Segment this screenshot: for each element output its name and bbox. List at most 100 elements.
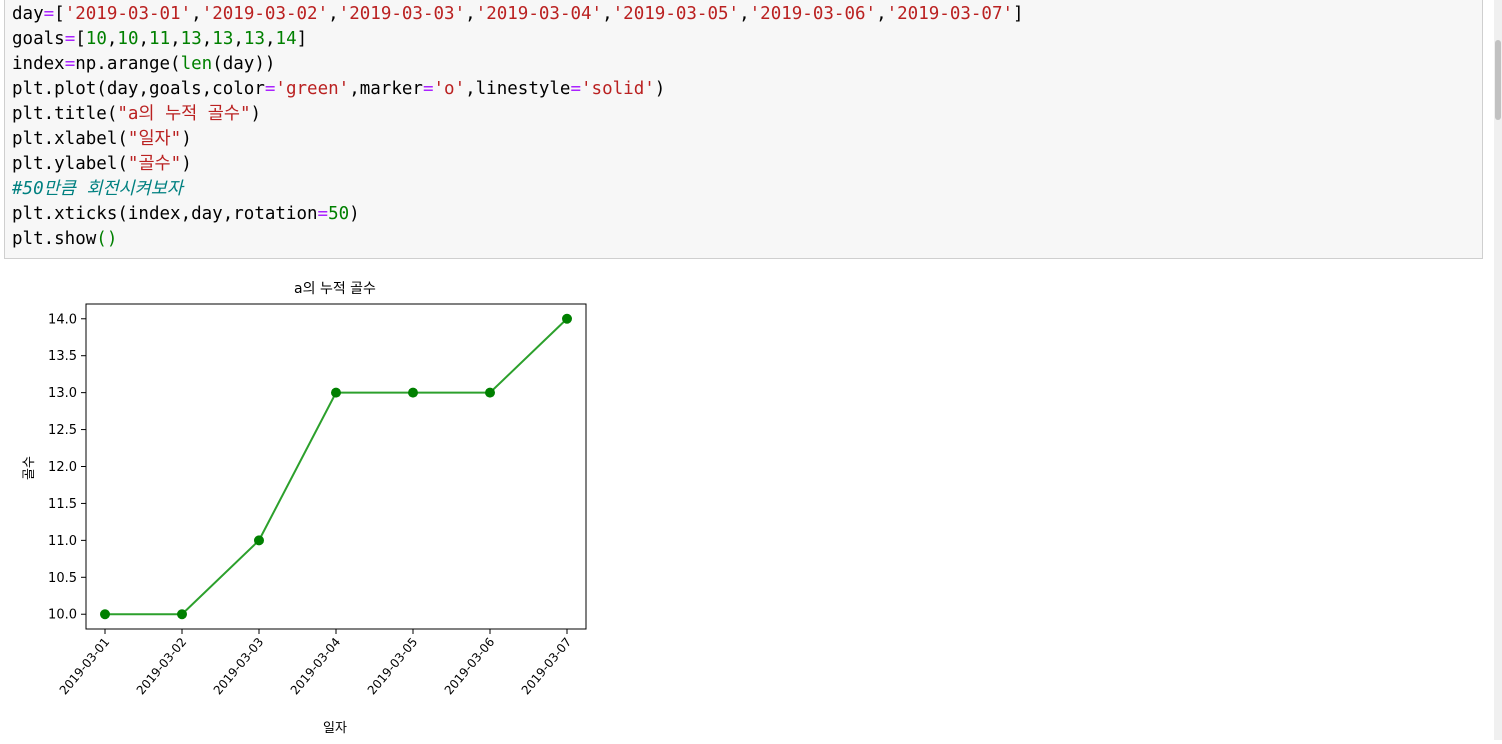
code-token: '2019-03-02' — [201, 4, 329, 24]
code-token: = — [64, 29, 76, 49]
y-tick-label: 12.0 — [48, 460, 77, 475]
code-token: 13 — [180, 29, 202, 49]
code-text[interactable]: day=['2019-03-01','2019-03-02','2019-03-… — [12, 2, 1024, 252]
code-token: [ — [54, 4, 65, 24]
x-axis: 2019-03-01 2019-03-02 2019-03-03 2019-03-04… — [57, 629, 575, 697]
y-tick-label: 13.5 — [48, 349, 77, 364]
cell-output: a의 누적 골수 10.0 10.5 11.0 11.5 12.0 12.5 13.0 13.… — [0, 262, 620, 740]
code-token: , — [201, 29, 213, 49]
code-line: plt.xlabel("일자") — [12, 129, 192, 149]
code-token: 'green' — [275, 79, 350, 99]
page-scrollbar[interactable] — [1494, 0, 1502, 740]
code-token: = — [422, 79, 434, 99]
notebook-cell-area: day=['2019-03-01','2019-03-02','2019-03-… — [0, 0, 1495, 740]
code-token: ) — [181, 129, 192, 149]
code-token: np.arange( — [75, 54, 181, 74]
data-point — [485, 387, 495, 398]
code-token: = — [64, 54, 76, 74]
code-token: #50만큼 회전시켜보자 — [12, 179, 183, 199]
y-tick-label: 10.5 — [48, 571, 77, 586]
code-token: 11 — [149, 29, 171, 49]
code-token: ,marker — [349, 79, 423, 99]
data-point — [100, 609, 110, 620]
data-point — [254, 535, 264, 546]
plot-area-frame — [85, 303, 587, 630]
code-token: () — [96, 229, 118, 249]
y-axis-label: 골수 — [22, 456, 37, 480]
x-tick-label: 2019-03-06 — [442, 635, 498, 697]
x-tick-label: 2019-03-02 — [134, 635, 190, 697]
y-tick-label: 13.0 — [48, 386, 77, 401]
code-token: 'o' — [433, 79, 466, 99]
code-line: goals=[10,10,11,13,13,13,14] — [12, 29, 307, 49]
x-tick-label: 2019-03-03 — [211, 635, 267, 697]
code-token: , — [739, 4, 750, 24]
code-token: "일자" — [127, 129, 182, 149]
code-token: 13 — [212, 29, 234, 49]
x-tick-label: 2019-03-05 — [365, 635, 421, 697]
code-token: '2019-03-03' — [338, 4, 466, 24]
x-axis-label: 일자 — [323, 721, 347, 736]
code-token: plt.xlabel( — [12, 129, 128, 149]
chart-title: a의 누적 골수 — [294, 281, 376, 297]
code-token: [ — [75, 29, 86, 49]
code-token: 'solid' — [581, 79, 655, 99]
code-token: ) — [349, 204, 360, 224]
code-token: = — [264, 79, 276, 99]
data-point — [562, 313, 572, 324]
code-token: ,linestyle — [465, 79, 571, 99]
code-token: 10 — [117, 29, 139, 49]
code-token: len — [180, 54, 213, 74]
data-point — [177, 609, 187, 620]
code-token: , — [233, 29, 244, 49]
code-token: , — [602, 4, 613, 24]
code-token: = — [43, 4, 55, 24]
data-point — [408, 387, 418, 398]
y-tick-label: 11.5 — [48, 497, 77, 512]
code-token: plt.plot(day,goals,color — [12, 79, 265, 99]
x-tick-label: 2019-03-01 — [57, 635, 113, 697]
code-token: , — [106, 29, 118, 49]
code-line: index=np.arange(len(day)) — [12, 54, 275, 74]
scrollbar-thumb[interactable] — [1495, 40, 1501, 120]
code-token: '2019-03-04' — [475, 4, 603, 24]
line-chart: a의 누적 골수 10.0 10.5 11.0 11.5 12.0 12.5 13.0 13.… — [22, 281, 587, 736]
y-tick-label: 14.0 — [48, 312, 77, 327]
code-line: #50만큼 회전시켜보자 — [12, 179, 183, 199]
code-token: goals — [12, 29, 65, 49]
code-token: , — [328, 4, 339, 24]
code-token: '2019-03-06' — [749, 4, 877, 24]
code-token: (day)) — [212, 54, 276, 74]
code-token: index — [12, 54, 65, 74]
code-line: plt.plot(day,goals,color='green',marker=… — [12, 79, 665, 99]
code-token: ) — [181, 154, 192, 174]
code-token: 13 — [243, 29, 265, 49]
code-line: day=['2019-03-01','2019-03-02','2019-03-… — [12, 4, 1024, 24]
code-token: = — [317, 204, 329, 224]
code-token: ) — [654, 79, 666, 99]
x-tick-label: 2019-03-07 — [519, 635, 575, 697]
code-token: ] — [296, 29, 308, 49]
code-token: "a의 누적 골수" — [117, 104, 251, 124]
x-tick-label: 2019-03-04 — [288, 635, 344, 697]
code-token: , — [264, 29, 276, 49]
code-token: , — [465, 4, 476, 24]
code-line: plt.ylabel("골수") — [12, 154, 192, 174]
code-token: 50 — [328, 204, 350, 224]
code-line: plt.xticks(index,day,rotation=50) — [12, 204, 360, 224]
code-token: = — [570, 79, 582, 99]
y-axis: 10.0 10.5 11.0 11.5 12.0 12.5 13.0 13.5 14.0 — [48, 312, 86, 623]
code-token: '2019-03-01' — [64, 4, 192, 24]
code-token: plt.ylabel( — [12, 154, 128, 174]
code-line: plt.title("a의 누적 골수") — [12, 104, 261, 124]
code-token: ] — [1013, 4, 1024, 24]
data-point — [331, 387, 341, 398]
y-tick-label: 10.0 — [48, 608, 77, 623]
code-token: , — [138, 29, 150, 49]
code-token: day — [12, 4, 44, 24]
code-token: plt.title( — [12, 104, 118, 124]
code-token: , — [170, 29, 181, 49]
y-tick-label: 11.0 — [48, 534, 77, 549]
code-token: 10 — [85, 29, 107, 49]
code-cell-editor[interactable]: day=['2019-03-01','2019-03-02','2019-03-… — [4, 0, 1483, 259]
